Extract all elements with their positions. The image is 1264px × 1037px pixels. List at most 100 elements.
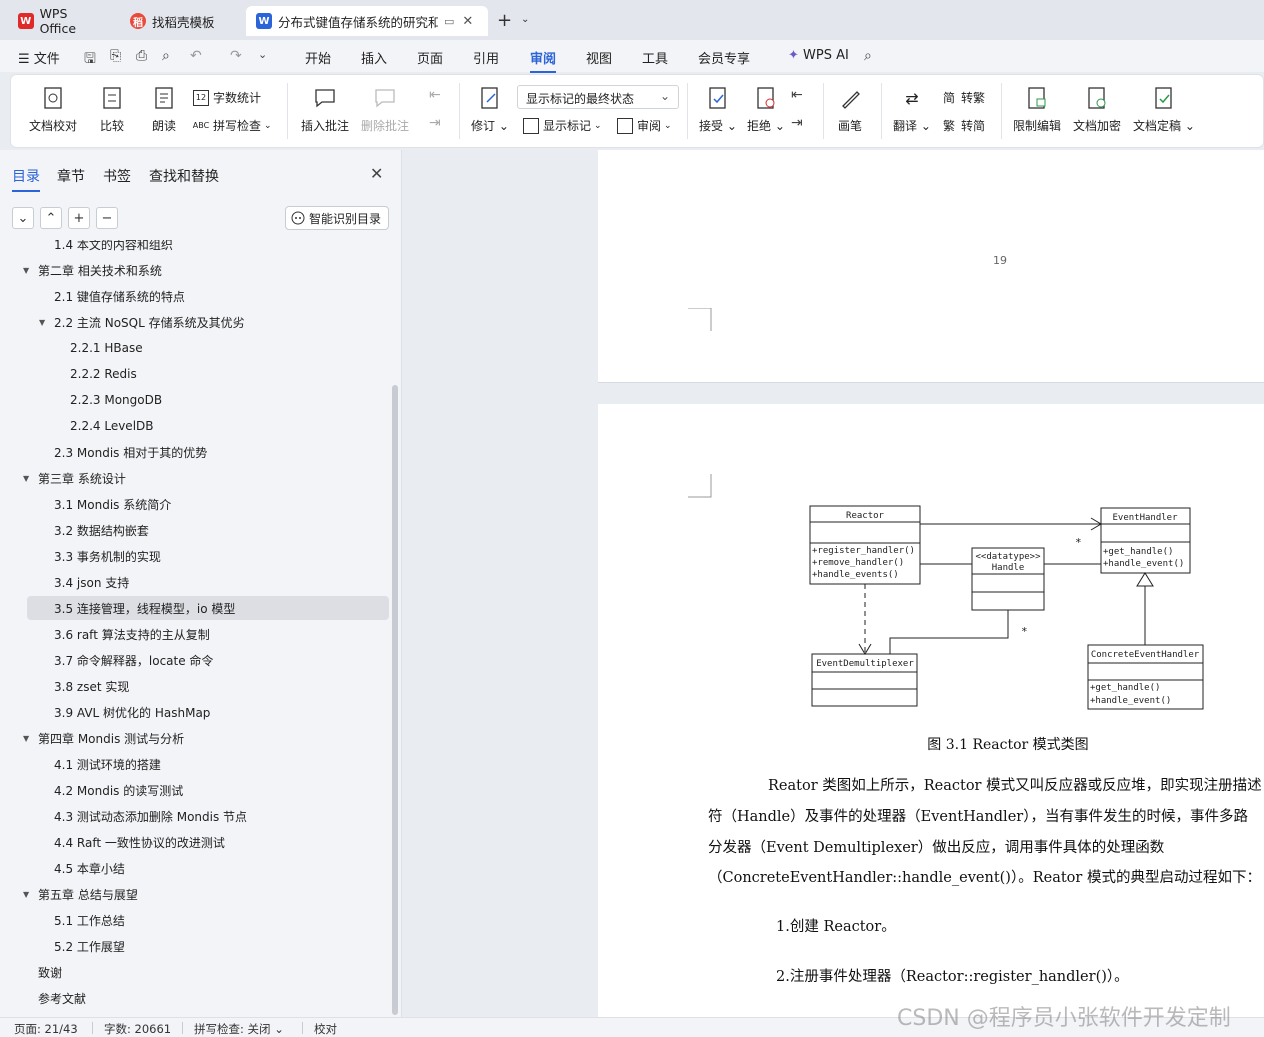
wps-ai-button[interactable]: ✦ WPS AI bbox=[788, 48, 849, 63]
finalize-button[interactable]: 文档定稿 ⌄ bbox=[1133, 85, 1195, 134]
toc-item[interactable]: 5.2 工作展望 bbox=[0, 934, 392, 958]
tab-chapters[interactable]: 章节 bbox=[57, 166, 85, 186]
menu-page[interactable]: 页面 bbox=[417, 48, 443, 67]
toc-item[interactable]: 2.2.3 MongoDB bbox=[0, 388, 392, 412]
toc-item[interactable]: 3.7 命令解释器，locate 命令 bbox=[0, 648, 392, 672]
toc-item[interactable]: 3.4 json 支持 bbox=[0, 570, 392, 594]
expand-arrow-icon[interactable]: ▼ bbox=[23, 474, 29, 483]
compare-button[interactable]: 比较 bbox=[99, 85, 125, 134]
new-tab-icon[interactable]: + bbox=[497, 10, 512, 31]
pen-button[interactable]: 画笔 bbox=[837, 85, 863, 134]
spell-check-indicator[interactable]: 拼写检查: 关闭 ⌄ bbox=[194, 1021, 284, 1037]
spell-check-button[interactable]: ABC 拼写检查 ⌄ bbox=[193, 117, 272, 134]
toc-item[interactable]: 5.1 工作总结 bbox=[0, 908, 392, 932]
reject-button[interactable]: 拒绝 ⌄ bbox=[747, 85, 785, 134]
menu-review[interactable]: 审阅 bbox=[530, 48, 557, 73]
toc-scrollbar[interactable] bbox=[392, 385, 398, 1015]
toc-item[interactable]: 3.1 Mondis 系统简介 bbox=[0, 492, 392, 516]
close-tab-icon[interactable]: ✕ bbox=[462, 14, 473, 29]
expand-arrow-icon[interactable]: ▼ bbox=[23, 734, 29, 743]
next-change-icon[interactable]: ⇥ bbox=[791, 115, 803, 131]
toc-item[interactable]: ▼ 第四章 Mondis 测试与分析 bbox=[0, 726, 392, 750]
read-aloud-button[interactable]: 朗读 bbox=[151, 85, 177, 134]
toc-item[interactable]: 参考文献 bbox=[0, 986, 392, 1010]
menu-start[interactable]: 开始 bbox=[305, 48, 331, 67]
toc-item[interactable]: 3.6 raft 算法支持的主从复制 bbox=[0, 622, 392, 646]
expand-arrow-icon[interactable]: ▼ bbox=[23, 890, 29, 899]
toc-item[interactable]: 3.2 数据结构嵌套 bbox=[0, 518, 392, 542]
menu-tools[interactable]: 工具 bbox=[642, 48, 668, 67]
tab-find-replace[interactable]: 查找和替换 bbox=[149, 166, 219, 186]
accept-button[interactable]: 接受 ⌄ bbox=[699, 85, 737, 134]
toc-item[interactable]: 1.4 本文的内容和组织 bbox=[0, 240, 392, 256]
print-preview-icon[interactable]: ⌕ bbox=[162, 48, 170, 64]
toc-item[interactable]: 4.2 Mondis 的读写测试 bbox=[0, 778, 392, 802]
search-icon[interactable]: ⌕ bbox=[864, 48, 872, 64]
prev-change-icon[interactable]: ⇤ bbox=[791, 87, 803, 103]
toc-item[interactable]: 3.5 连接管理，线程模型，io 模型 bbox=[27, 596, 389, 620]
print-icon[interactable]: ⎙ bbox=[136, 48, 147, 64]
encrypt-button[interactable]: 文档加密 bbox=[1073, 85, 1121, 134]
toc-item[interactable]: ▼ 2.2 主流 NoSQL 存储系统及其优劣 bbox=[0, 310, 392, 334]
to-traditional-button[interactable]: 简转繁 bbox=[941, 89, 985, 106]
expand-arrow-icon[interactable]: ▼ bbox=[39, 318, 45, 327]
toc-item[interactable]: 4.4 Raft 一致性协议的改进测试 bbox=[0, 830, 392, 854]
show-markup-button[interactable]: 显示标记 ⌄ bbox=[523, 117, 602, 134]
doc-proof-button[interactable]: 文档校对 bbox=[29, 85, 77, 134]
toc-item[interactable]: 4.5 本章小结 bbox=[0, 856, 392, 880]
revise-button[interactable]: 修订 ⌄ bbox=[471, 85, 509, 134]
translate-button[interactable]: ⇄ 翻译 ⌄ bbox=[893, 85, 931, 134]
restrict-edit-button[interactable]: 限制编辑 bbox=[1013, 85, 1061, 134]
toc-item[interactable]: ▼ 第三章 系统设计 bbox=[0, 466, 392, 490]
share-icon[interactable]: ⎘ bbox=[110, 48, 121, 64]
word-count-button[interactable]: 12 字数统计 bbox=[193, 89, 261, 106]
toc-item[interactable]: ▼ 第五章 总结与展望 bbox=[0, 882, 392, 906]
toc-item[interactable]: 2.1 键值存储系统的特点 bbox=[0, 284, 392, 308]
proof-indicator[interactable]: 校对 bbox=[314, 1021, 337, 1037]
smart-toc-button[interactable]: 智能识别目录 bbox=[285, 206, 389, 230]
menu-view[interactable]: 视图 bbox=[586, 48, 612, 67]
menu-reference[interactable]: 引用 bbox=[473, 48, 499, 67]
tab-docer[interactable]: 稻 找稻壳模板 bbox=[120, 6, 242, 36]
toc-item[interactable]: 2.2.4 LevelDB bbox=[0, 414, 392, 438]
page-indicator[interactable]: 页面: 21/43 bbox=[14, 1021, 78, 1037]
menu-insert[interactable]: 插入 bbox=[361, 48, 387, 67]
word-count-indicator[interactable]: 字数: 20661 bbox=[104, 1021, 171, 1037]
uml-operation: +handle_events() bbox=[812, 570, 899, 580]
prev-comment-icon[interactable]: ⇤ bbox=[429, 87, 441, 103]
tab-bookmarks[interactable]: 书签 bbox=[103, 166, 131, 186]
delete-comment-button[interactable]: 删除批注 bbox=[361, 85, 409, 134]
toc-item[interactable]: 4.1 测试环境的搭建 bbox=[0, 752, 392, 776]
toc-item[interactable]: 2.3 Mondis 相对于其的优势 bbox=[0, 440, 392, 464]
tab-wps-office[interactable]: W WPS Office bbox=[8, 6, 116, 36]
expand-down-icon[interactable]: ⌄ bbox=[12, 207, 34, 229]
tab-document[interactable]: W 分布式键值存储系统的研究和 ▭ ✕ bbox=[246, 6, 488, 36]
save-icon[interactable]: 🖫 bbox=[84, 48, 96, 72]
expand-arrow-icon[interactable]: ▼ bbox=[23, 266, 29, 275]
collapse-up-icon[interactable]: ⌃ bbox=[40, 207, 62, 229]
toc-item[interactable]: 3.9 AVL 树优化的 HashMap bbox=[0, 700, 392, 724]
chevron-down-icon[interactable]: ⌄ bbox=[521, 14, 529, 25]
close-icon[interactable]: ✕ bbox=[370, 164, 383, 183]
file-menu[interactable]: ☰ 文件 bbox=[18, 48, 60, 67]
menu-member[interactable]: 会员专享 bbox=[698, 48, 750, 67]
tab-toc[interactable]: 目录 bbox=[12, 166, 40, 192]
to-simplified-button[interactable]: 繁转简 bbox=[941, 117, 985, 134]
toc-item[interactable]: 2.2.2 Redis bbox=[0, 362, 392, 386]
insert-comment-button[interactable]: 插入批注 bbox=[301, 85, 349, 134]
toc-item[interactable]: 3.8 zset 实现 bbox=[0, 674, 392, 698]
toc-item[interactable]: 致谢 bbox=[0, 960, 392, 984]
body-paragraph-line: 符（Handle）及事件的处理器（EventHandler），当有事件发生的时候… bbox=[708, 809, 1248, 825]
remove-heading-icon[interactable]: − bbox=[96, 207, 118, 229]
markup-state-select[interactable]: 显示标记的最终状态 ⌄ bbox=[517, 85, 679, 109]
next-comment-icon[interactable]: ⇥ bbox=[429, 115, 441, 131]
chevron-down-icon[interactable]: ⌄ bbox=[258, 48, 267, 61]
redo-icon[interactable]: ↷ bbox=[230, 48, 242, 64]
review-pane-button[interactable]: 审阅 ⌄ bbox=[617, 117, 672, 134]
toc-item[interactable]: ▼ 第二章 相关技术和系统 bbox=[0, 258, 392, 282]
toc-item[interactable]: 3.3 事务机制的实现 bbox=[0, 544, 392, 568]
toc-item[interactable]: 2.2.1 HBase bbox=[0, 336, 392, 360]
toc-item[interactable]: 4.3 测试动态添加删除 Mondis 节点 bbox=[0, 804, 392, 828]
add-heading-icon[interactable]: + bbox=[68, 207, 90, 229]
undo-icon[interactable]: ↶ bbox=[190, 48, 202, 64]
